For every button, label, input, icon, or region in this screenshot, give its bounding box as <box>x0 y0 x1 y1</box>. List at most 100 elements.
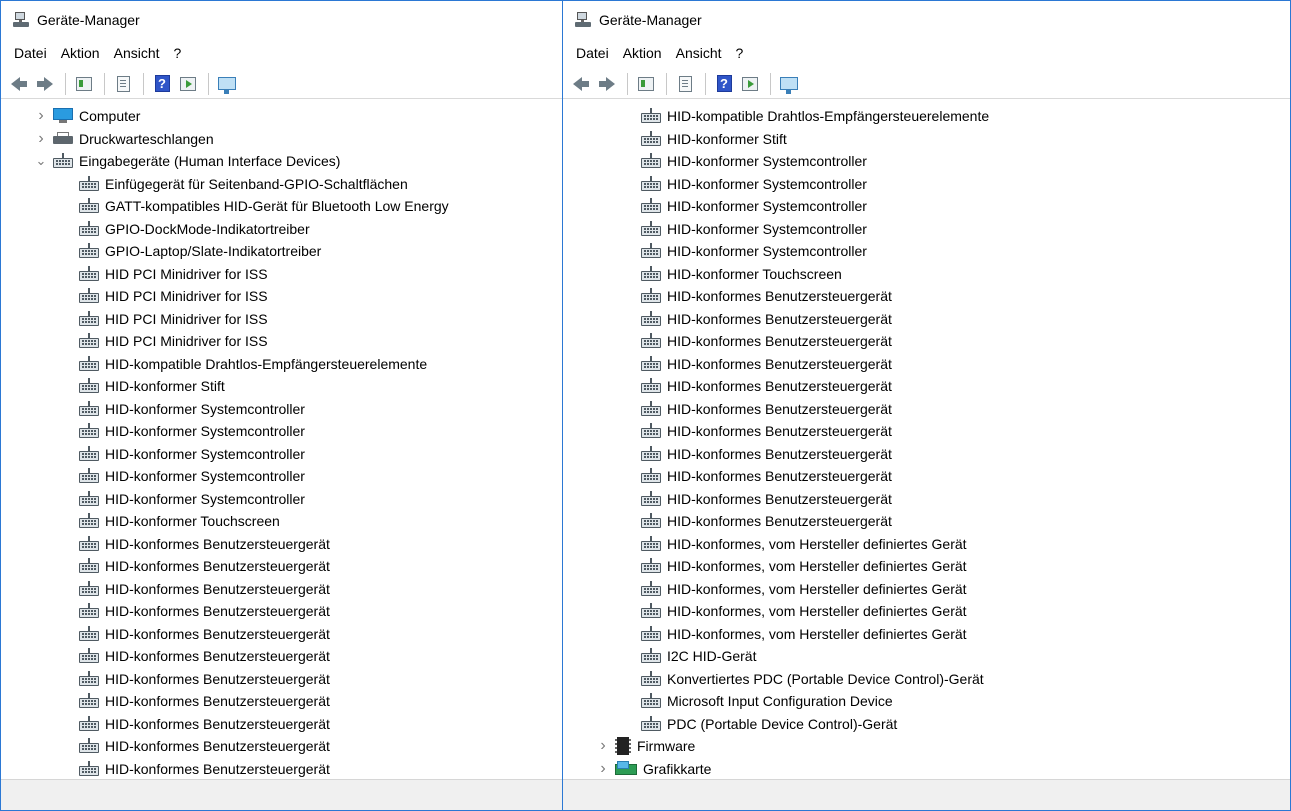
tree-device-node[interactable]: HID-konformer Systemcontroller <box>563 218 1290 240</box>
tree-device-node[interactable]: HID-konformes Benutzersteuergerät <box>1 578 562 600</box>
tree-device-node[interactable]: HID PCI Minidriver for ISS <box>1 308 562 330</box>
toolbar-separator <box>143 72 144 95</box>
menu-datei[interactable]: Datei <box>569 45 616 61</box>
tree-node-label: I2C HID-Gerät <box>667 648 757 664</box>
tree-device-node[interactable]: HID-konformes Benutzersteuergerät <box>1 758 562 780</box>
tree-device-node[interactable]: HID-konformer Stift <box>563 128 1290 150</box>
forward-arrow-icon[interactable] <box>595 72 619 96</box>
tree-device-node[interactable]: HID-konformes Benutzersteuergerät <box>563 420 1290 442</box>
tree-device-node[interactable]: HID-konformer Systemcontroller <box>1 443 562 465</box>
tree-device-node[interactable]: GATT-kompatibles HID-Gerät für Bluetooth… <box>1 195 562 217</box>
tree-category-node[interactable]: › Druckwarteschlangen <box>1 128 562 150</box>
tree-device-node[interactable]: HID-konformes Benutzersteuergerät <box>563 330 1290 352</box>
menu-help[interactable]: ? <box>729 45 751 61</box>
menu-aktion[interactable]: Aktion <box>616 45 669 61</box>
expanded-chevron-icon[interactable]: ⌄ <box>35 153 47 168</box>
tree-device-node[interactable]: HID-konformes Benutzersteuergerät <box>563 443 1290 465</box>
show-hide-console-tree-icon[interactable] <box>72 72 96 96</box>
collapsed-chevron-icon[interactable]: › <box>597 760 609 777</box>
tree-device-node[interactable]: HID-konformes, vom Hersteller definierte… <box>563 533 1290 555</box>
collapsed-chevron-icon[interactable]: › <box>35 130 47 147</box>
tree-device-node[interactable]: HID PCI Minidriver for ISS <box>1 285 562 307</box>
tree-category-node[interactable]: › Firmware <box>563 735 1290 757</box>
back-arrow-icon[interactable] <box>7 72 31 96</box>
tree-device-node[interactable]: HID-konformer Systemcontroller <box>563 195 1290 217</box>
tree-device-node[interactable]: HID-konformes Benutzersteuergerät <box>563 465 1290 487</box>
menu-datei[interactable]: Datei <box>7 45 54 61</box>
hid-device-icon <box>79 310 99 327</box>
tree-device-node[interactable]: HID-konformer Systemcontroller <box>563 240 1290 262</box>
menu-help[interactable]: ? <box>167 45 189 61</box>
back-arrow-icon[interactable] <box>569 72 593 96</box>
tree-device-node[interactable]: I2C HID-Gerät <box>563 645 1290 667</box>
tree-device-node[interactable]: HID-konformes Benutzersteuergerät <box>563 510 1290 532</box>
help-icon[interactable]: ? <box>712 72 736 96</box>
tree-device-node[interactable]: HID PCI Minidriver for ISS <box>1 330 562 352</box>
tree-category-node[interactable]: › Grafikkarte <box>563 758 1290 780</box>
firmware-icon <box>615 737 631 755</box>
tree-device-node[interactable]: HID-konformes Benutzersteuergerät <box>1 533 562 555</box>
tree-device-node[interactable]: HID-konformes Benutzersteuergerät <box>1 668 562 690</box>
hid-device-icon <box>79 715 99 732</box>
tree-device-node[interactable]: HID-konformer Systemcontroller <box>563 173 1290 195</box>
device-tree: › Computer › Druckwarteschlangen ⌄ Eingabeger… <box>1 105 562 781</box>
tree-device-node[interactable]: HID-konformes Benutzersteuergerät <box>1 600 562 622</box>
tree-device-node[interactable]: Microsoft Input Configuration Device <box>563 690 1290 712</box>
tree-device-node[interactable]: HID-konformes, vom Hersteller definierte… <box>563 623 1290 645</box>
forward-arrow-icon[interactable] <box>33 72 57 96</box>
tree-device-node[interactable]: HID-konformes Benutzersteuergerät <box>1 555 562 577</box>
tree-device-node[interactable]: HID-konformer Systemcontroller <box>1 420 562 442</box>
tree-device-node[interactable]: HID-kompatible Drahtlos-Empfängersteuere… <box>563 105 1290 127</box>
tree-device-node[interactable]: HID-konformes Benutzersteuergerät <box>563 375 1290 397</box>
tree-device-node[interactable]: HID-konformes Benutzersteuergerät <box>563 488 1290 510</box>
tree-device-node[interactable]: HID-kompatible Drahtlos-Empfängersteuere… <box>1 353 562 375</box>
tree-device-node[interactable]: HID-konformer Systemcontroller <box>1 488 562 510</box>
tree-category-node[interactable]: ⌄ Eingabegeräte (Human Interface Devices) <box>1 150 562 172</box>
tree-device-node[interactable]: Konvertiertes PDC (Portable Device Contr… <box>563 668 1290 690</box>
scan-hardware-changes-icon[interactable] <box>215 72 239 96</box>
tree-device-node[interactable]: HID-konformes Benutzersteuergerät <box>563 353 1290 375</box>
menu-aktion[interactable]: Aktion <box>54 45 107 61</box>
tree-device-node[interactable]: HID-konformer Stift <box>1 375 562 397</box>
tree-category-node[interactable]: › Computer <box>1 105 562 127</box>
tree-node-label: Firmware <box>637 738 696 754</box>
tree-node-label: HID-konformer Systemcontroller <box>105 490 305 507</box>
tree-device-node[interactable]: HID-konformer Systemcontroller <box>1 465 562 487</box>
tree-device-node[interactable]: GPIO-DockMode-Indikatortreiber <box>1 218 562 240</box>
tree-device-node[interactable]: HID PCI Minidriver for ISS <box>1 263 562 285</box>
tree-device-node[interactable]: HID-konformes Benutzersteuergerät <box>1 690 562 712</box>
tree-device-node[interactable]: HID-konformer Touchscreen <box>563 263 1290 285</box>
show-action-pane-icon[interactable] <box>176 72 200 96</box>
tree-device-node[interactable]: HID-konformer Systemcontroller <box>1 398 562 420</box>
menu-ansicht[interactable]: Ansicht <box>107 45 167 61</box>
show-hide-console-tree-icon[interactable] <box>634 72 658 96</box>
collapsed-chevron-icon[interactable]: › <box>35 107 47 124</box>
tree-node-label: HID-konformer Systemcontroller <box>105 468 305 484</box>
tree-device-node[interactable]: HID-konformes Benutzersteuergerät <box>1 735 562 757</box>
tree-device-node[interactable]: HID-konformer Systemcontroller <box>563 150 1290 172</box>
tree-device-node[interactable]: HID-konformer Touchscreen <box>1 510 562 532</box>
tree-node-label: HID-konformes Benutzersteuergerät <box>667 445 892 462</box>
tree-device-node[interactable]: HID-konformes Benutzersteuergerät <box>1 623 562 645</box>
tree-device-node[interactable]: HID-konformes Benutzersteuergerät <box>563 285 1290 307</box>
hid-device-icon <box>641 108 661 124</box>
tree-device-node[interactable]: HID-konformes, vom Hersteller definierte… <box>563 600 1290 622</box>
tree-device-node[interactable]: HID-konformes, vom Hersteller definierte… <box>563 578 1290 600</box>
hid-device-icon <box>53 153 73 169</box>
help-icon[interactable]: ? <box>150 72 174 96</box>
tree-device-node[interactable]: HID-konformes, vom Hersteller definierte… <box>563 555 1290 577</box>
hid-device-icon <box>79 490 99 507</box>
scan-hardware-changes-icon[interactable] <box>777 72 801 96</box>
collapsed-chevron-icon[interactable]: › <box>597 737 609 754</box>
tree-device-node[interactable]: HID-konformes Benutzersteuergerät <box>1 645 562 667</box>
tree-device-node[interactable]: PDC (Portable Device Control)-Gerät <box>563 713 1290 735</box>
properties-icon[interactable] <box>111 72 135 96</box>
tree-device-node[interactable]: HID-konformes Benutzersteuergerät <box>563 398 1290 420</box>
tree-device-node[interactable]: HID-konformes Benutzersteuergerät <box>563 308 1290 330</box>
properties-icon[interactable] <box>673 72 697 96</box>
tree-device-node[interactable]: GPIO-Laptop/Slate-Indikatortreiber <box>1 240 562 262</box>
tree-device-node[interactable]: HID-konformes Benutzersteuergerät <box>1 713 562 735</box>
menu-ansicht[interactable]: Ansicht <box>669 45 729 61</box>
show-action-pane-icon[interactable] <box>738 72 762 96</box>
tree-device-node[interactable]: Einfügegerät für Seitenband-GPIO-Schaltf… <box>1 173 562 195</box>
